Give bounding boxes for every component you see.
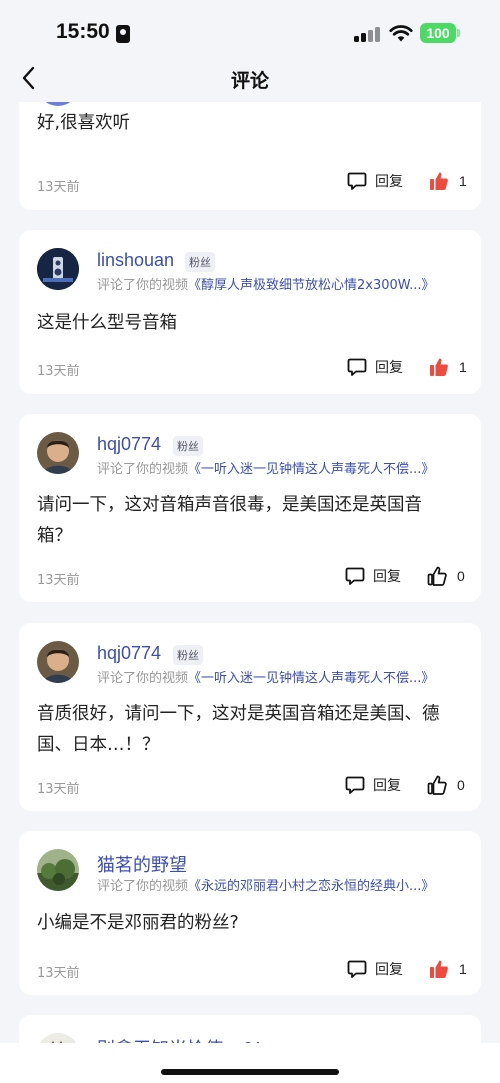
fan-badge: 粉丝	[173, 436, 203, 456]
comment-card[interactable]: 猫茗的野望 评论了你的视频《永远的邓丽君小村之恋永恒的经典小...》 小编是不是…	[19, 831, 481, 995]
comment-card[interactable]: linshouan 粉丝 评论了你的视频《醇厚人声极致细节放松心情2x300W.…	[19, 230, 481, 394]
comment-text: 好,很喜欢听	[37, 113, 131, 133]
video-link[interactable]: 《醇厚人声极致细节放松心情2x300W...》	[188, 278, 435, 293]
comment-text: 小编是不是邓丽君的粉丝?	[37, 913, 239, 933]
avatar[interactable]	[37, 102, 79, 106]
comment-action: 评论了你的视频	[97, 671, 189, 686]
like-count: 0	[457, 568, 465, 584]
bottom-bar	[0, 1043, 500, 1083]
thumbs-up-icon	[427, 775, 447, 795]
reply-bubble-icon	[345, 567, 365, 585]
user-name[interactable]: 猫茗的野望	[97, 851, 187, 877]
reply-button[interactable]: 回复	[347, 171, 403, 191]
reply-label: 回复	[375, 962, 403, 978]
video-link[interactable]: 《一听入迷一见钟情这人声毒死人不偿...》	[188, 671, 434, 686]
avatar[interactable]	[37, 248, 79, 290]
user-name[interactable]: hqj0774	[97, 434, 161, 455]
thumbs-up-filled-icon	[430, 358, 448, 376]
like-button[interactable]: 1	[429, 959, 467, 979]
reply-button[interactable]: 回复	[345, 566, 401, 586]
home-indicator[interactable]	[161, 1069, 339, 1075]
like-button[interactable]: 0	[427, 775, 465, 795]
comment-text: 这是什么型号音箱	[37, 313, 177, 333]
user-name[interactable]: hqj0774	[97, 643, 161, 664]
video-link[interactable]: 《一听入迷一见钟情这人声毒死人不偿...》	[188, 462, 434, 477]
video-link[interactable]: 《永远的邓丽君小村之恋永恒的经典小...》	[188, 879, 434, 894]
reply-label: 回复	[375, 174, 403, 190]
comment-time: 13天前	[37, 180, 80, 195]
comment-list[interactable]: 好,很喜欢听 13天前 回复 1 linshouan 粉丝 评论了你的视频《醇厚…	[0, 102, 500, 1043]
comment-meta: 评论了你的视频《一听入迷一见钟情这人声毒死人不偿...》	[97, 667, 434, 686]
like-button[interactable]: 1	[429, 357, 467, 377]
like-count: 1	[459, 961, 467, 977]
comment-card[interactable]: 好,很喜欢听 13天前 回复 1	[19, 102, 481, 210]
comment-action: 评论了你的视频	[97, 278, 189, 293]
comment-meta: 评论了你的视频《永远的邓丽君小村之恋永恒的经典小...》	[97, 875, 434, 894]
comment-time: 13天前	[37, 573, 80, 588]
comment-card[interactable]: hqj0774 粉丝 评论了你的视频《一听入迷一见钟情这人声毒死人不偿...》 …	[19, 623, 481, 811]
comment-action: 评论了你的视频	[97, 879, 189, 894]
like-count: 0	[457, 777, 465, 793]
avatar[interactable]	[37, 849, 79, 891]
comment-card[interactable]: hqj0774 粉丝 评论了你的视频《一听入迷一见钟情这人声毒死人不偿...》 …	[19, 414, 481, 602]
like-count: 1	[459, 173, 467, 189]
reply-bubble-icon	[347, 358, 367, 376]
like-button[interactable]: 0	[427, 566, 465, 586]
reply-label: 回复	[373, 778, 401, 794]
comment-text: 请问一下，这对音箱声音很毒，是美国还是英国音箱？	[37, 495, 422, 546]
id-card-icon	[116, 25, 130, 43]
reply-label: 回复	[373, 569, 401, 585]
like-button[interactable]: 1	[429, 171, 467, 191]
user-name[interactable]: 别拿无知当怜使ee21	[97, 1035, 263, 1043]
reply-button[interactable]: 回复	[347, 959, 403, 979]
wifi-icon	[389, 25, 413, 42]
reply-button[interactable]: 回复	[347, 357, 403, 377]
comment-card[interactable]: 别拿无知当怜使ee21	[19, 1015, 481, 1043]
reply-bubble-icon	[347, 960, 367, 978]
comment-time: 13天前	[37, 966, 80, 981]
thumbs-up-icon	[427, 566, 447, 586]
avatar[interactable]	[37, 432, 79, 474]
avatar[interactable]	[37, 641, 79, 683]
nav-bar: 评论	[0, 56, 500, 102]
page-title: 评论	[230, 70, 269, 92]
comment-action: 评论了你的视频	[97, 462, 189, 477]
thumbs-up-filled-icon	[430, 172, 448, 190]
fan-badge: 粉丝	[185, 252, 215, 272]
fan-badge: 粉丝	[173, 645, 203, 665]
avatar[interactable]	[37, 1033, 79, 1043]
battery-icon: 100	[420, 23, 460, 43]
comment-meta: 评论了你的视频《醇厚人声极致细节放松心情2x300W...》	[97, 274, 435, 293]
reply-bubble-icon	[345, 776, 365, 794]
comment-meta: 评论了你的视频《一听入迷一见钟情这人声毒死人不偿...》	[97, 458, 434, 477]
reply-button[interactable]: 回复	[345, 775, 401, 795]
thumbs-up-filled-icon	[430, 960, 448, 978]
user-name[interactable]: linshouan	[97, 250, 174, 271]
reply-label: 回复	[375, 360, 403, 376]
status-time: 15:50	[56, 20, 110, 43]
comment-time: 13天前	[37, 782, 80, 797]
reply-bubble-icon	[347, 172, 367, 190]
comment-time: 13天前	[37, 364, 80, 379]
like-count: 1	[459, 359, 467, 375]
cellular-signal-icon	[354, 26, 382, 42]
comment-text: 音质很好，请问一下，这对是英国音箱还是美国、德国、日本…！？	[37, 704, 440, 755]
